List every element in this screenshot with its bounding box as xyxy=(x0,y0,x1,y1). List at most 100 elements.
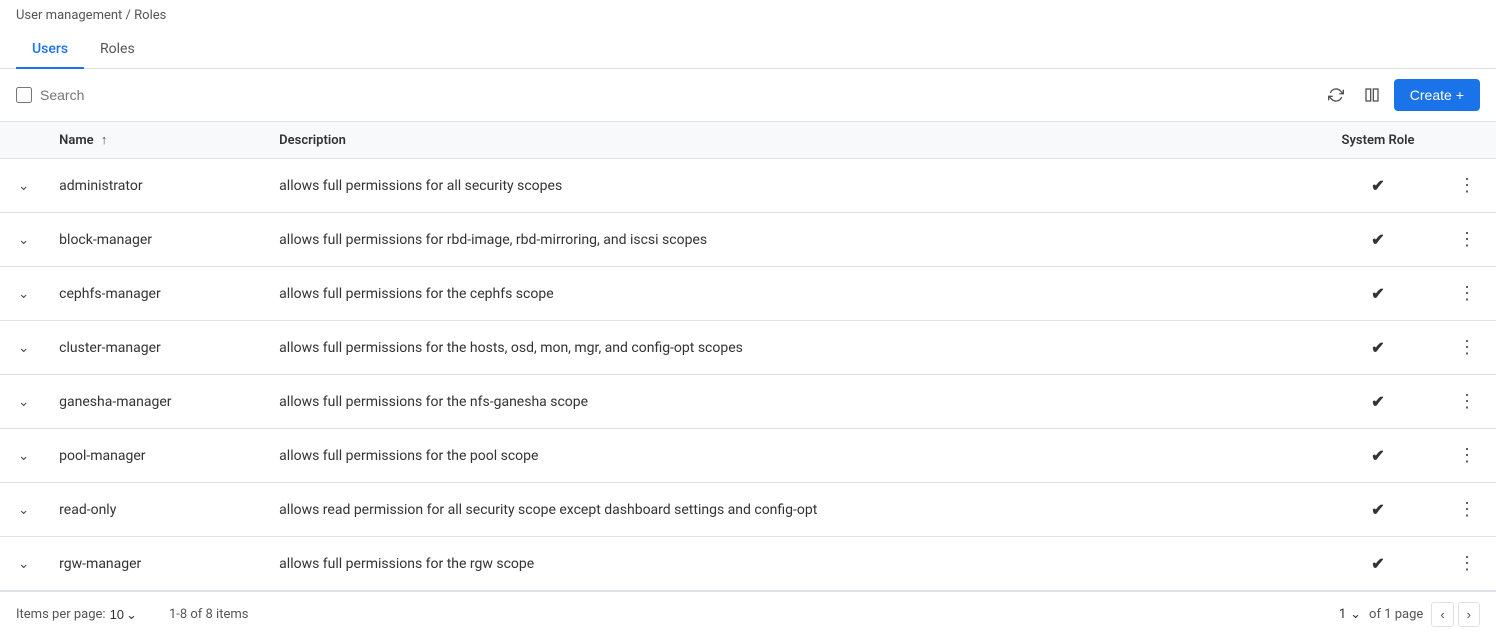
page-of-label: of 1 page xyxy=(1369,607,1423,622)
system-role-check: ✔ xyxy=(1371,446,1384,465)
row-actions-button[interactable]: ⋮ xyxy=(1450,225,1484,254)
footer-left: Items per page: 10 ⌄ 1-8 of 8 items xyxy=(16,607,248,623)
table-row: ⌄ read-only allows read permission for a… xyxy=(0,483,1496,537)
columns-button[interactable] xyxy=(1358,81,1386,109)
items-info: 1-8 of 8 items xyxy=(169,607,249,622)
table-row: ⌄ pool-manager allows full permissions f… xyxy=(0,429,1496,483)
create-plus-icon: + xyxy=(1456,87,1464,103)
col-desc-header: Description xyxy=(267,122,1318,159)
expand-button[interactable]: ⌄ xyxy=(12,230,35,250)
row-actions-button[interactable]: ⋮ xyxy=(1450,279,1484,308)
items-per-page-value: 10 xyxy=(110,607,124,622)
description-cell: allows read permission for all security … xyxy=(267,483,1318,537)
name-cell: cephfs-manager xyxy=(47,267,267,321)
refresh-icon xyxy=(1328,87,1344,103)
row-actions-button[interactable]: ⋮ xyxy=(1450,333,1484,362)
row-actions-button[interactable]: ⋮ xyxy=(1450,171,1484,200)
system-role-check: ✔ xyxy=(1371,284,1384,303)
table-row: ⌄ cephfs-manager allows full permissions… xyxy=(0,267,1496,321)
columns-icon xyxy=(1364,87,1380,103)
chevron-down-icon: ⌄ xyxy=(126,607,137,623)
name-cell: administrator xyxy=(47,159,267,213)
actions-cell: ⋮ xyxy=(1438,537,1496,591)
col-actions-header xyxy=(1438,122,1496,159)
description-cell: allows full permissions for the rgw scop… xyxy=(267,537,1318,591)
expand-button[interactable]: ⌄ xyxy=(12,284,35,304)
tab-roles[interactable]: Roles xyxy=(84,31,151,69)
row-actions-button[interactable]: ⋮ xyxy=(1450,441,1484,470)
system-role-cell: ✔ xyxy=(1318,321,1438,375)
actions-cell: ⋮ xyxy=(1438,321,1496,375)
page-navigation: ‹ › xyxy=(1431,602,1480,627)
expand-button[interactable]: ⌄ xyxy=(12,176,35,196)
create-button[interactable]: Create + xyxy=(1394,79,1480,111)
col-system-role-header: System Role xyxy=(1318,122,1438,159)
items-per-page-select[interactable]: 10 ⌄ xyxy=(110,607,137,623)
tab-users[interactable]: Users xyxy=(16,31,84,69)
table-row: ⌄ rgw-manager allows full permissions fo… xyxy=(0,537,1496,591)
row-actions-button[interactable]: ⋮ xyxy=(1450,387,1484,416)
items-per-page: Items per page: 10 ⌄ xyxy=(16,607,137,623)
expand-cell: ⌄ xyxy=(0,321,47,375)
expand-cell: ⌄ xyxy=(0,483,47,537)
description-cell: allows full permissions for the hosts, o… xyxy=(267,321,1318,375)
toolbar-actions: Create + xyxy=(1322,79,1480,111)
table-row: ⌄ block-manager allows full permissions … xyxy=(0,213,1496,267)
col-name-header[interactable]: Name ↑ xyxy=(47,122,267,159)
expand-button[interactable]: ⌄ xyxy=(12,446,35,466)
row-actions-button[interactable]: ⋮ xyxy=(1450,549,1484,578)
toolbar: Create + xyxy=(0,69,1496,122)
refresh-button[interactable] xyxy=(1322,81,1350,109)
expand-cell: ⌄ xyxy=(0,213,47,267)
search-area xyxy=(16,87,1314,103)
search-input[interactable] xyxy=(40,87,1314,103)
expand-cell: ⌄ xyxy=(0,375,47,429)
system-role-cell: ✔ xyxy=(1318,537,1438,591)
system-role-cell: ✔ xyxy=(1318,159,1438,213)
actions-cell: ⋮ xyxy=(1438,483,1496,537)
footer-right: 1 ⌄ of 1 page ‹ › xyxy=(1339,602,1480,627)
name-cell: rgw-manager xyxy=(47,537,267,591)
name-cell: pool-manager xyxy=(47,429,267,483)
create-label: Create xyxy=(1410,87,1452,103)
table-footer: Items per page: 10 ⌄ 1-8 of 8 items 1 ⌄ … xyxy=(0,591,1496,637)
expand-button[interactable]: ⌄ xyxy=(12,554,35,574)
prev-page-button[interactable]: ‹ xyxy=(1431,602,1453,627)
breadcrumb-parent: User management xyxy=(16,8,122,23)
system-role-check: ✔ xyxy=(1371,392,1384,411)
table-row: ⌄ administrator allows full permissions … xyxy=(0,159,1496,213)
select-all-checkbox[interactable] xyxy=(16,87,32,103)
system-role-cell: ✔ xyxy=(1318,267,1438,321)
page-number-select[interactable]: 1 ⌄ xyxy=(1339,607,1361,622)
actions-cell: ⋮ xyxy=(1438,429,1496,483)
system-role-check: ✔ xyxy=(1371,554,1384,573)
expand-cell: ⌄ xyxy=(0,537,47,591)
expand-button[interactable]: ⌄ xyxy=(12,500,35,520)
name-cell: cluster-manager xyxy=(47,321,267,375)
actions-cell: ⋮ xyxy=(1438,267,1496,321)
system-role-cell: ✔ xyxy=(1318,429,1438,483)
row-actions-button[interactable]: ⋮ xyxy=(1450,495,1484,524)
actions-cell: ⋮ xyxy=(1438,159,1496,213)
items-per-page-label: Items per page: xyxy=(16,607,106,622)
breadcrumb-separator: / xyxy=(126,8,131,23)
breadcrumb: User management / Roles xyxy=(0,0,1496,31)
system-role-cell: ✔ xyxy=(1318,213,1438,267)
next-page-button[interactable]: › xyxy=(1458,602,1480,627)
col-expand-header xyxy=(0,122,47,159)
expand-button[interactable]: ⌄ xyxy=(12,392,35,412)
actions-cell: ⋮ xyxy=(1438,213,1496,267)
page-chevron-down-icon: ⌄ xyxy=(1350,607,1361,622)
system-role-check: ✔ xyxy=(1371,500,1384,519)
tab-bar: Users Roles xyxy=(0,31,1496,69)
system-role-cell: ✔ xyxy=(1318,375,1438,429)
roles-table: Name ↑ Description System Role ⌄ adminis… xyxy=(0,122,1496,591)
table-row: ⌄ ganesha-manager allows full permission… xyxy=(0,375,1496,429)
name-cell: read-only xyxy=(47,483,267,537)
expand-cell: ⌄ xyxy=(0,267,47,321)
expand-cell: ⌄ xyxy=(0,159,47,213)
expand-button[interactable]: ⌄ xyxy=(12,338,35,358)
table-row: ⌄ cluster-manager allows full permission… xyxy=(0,321,1496,375)
description-cell: allows full permissions for the pool sco… xyxy=(267,429,1318,483)
system-role-check: ✔ xyxy=(1371,230,1384,249)
